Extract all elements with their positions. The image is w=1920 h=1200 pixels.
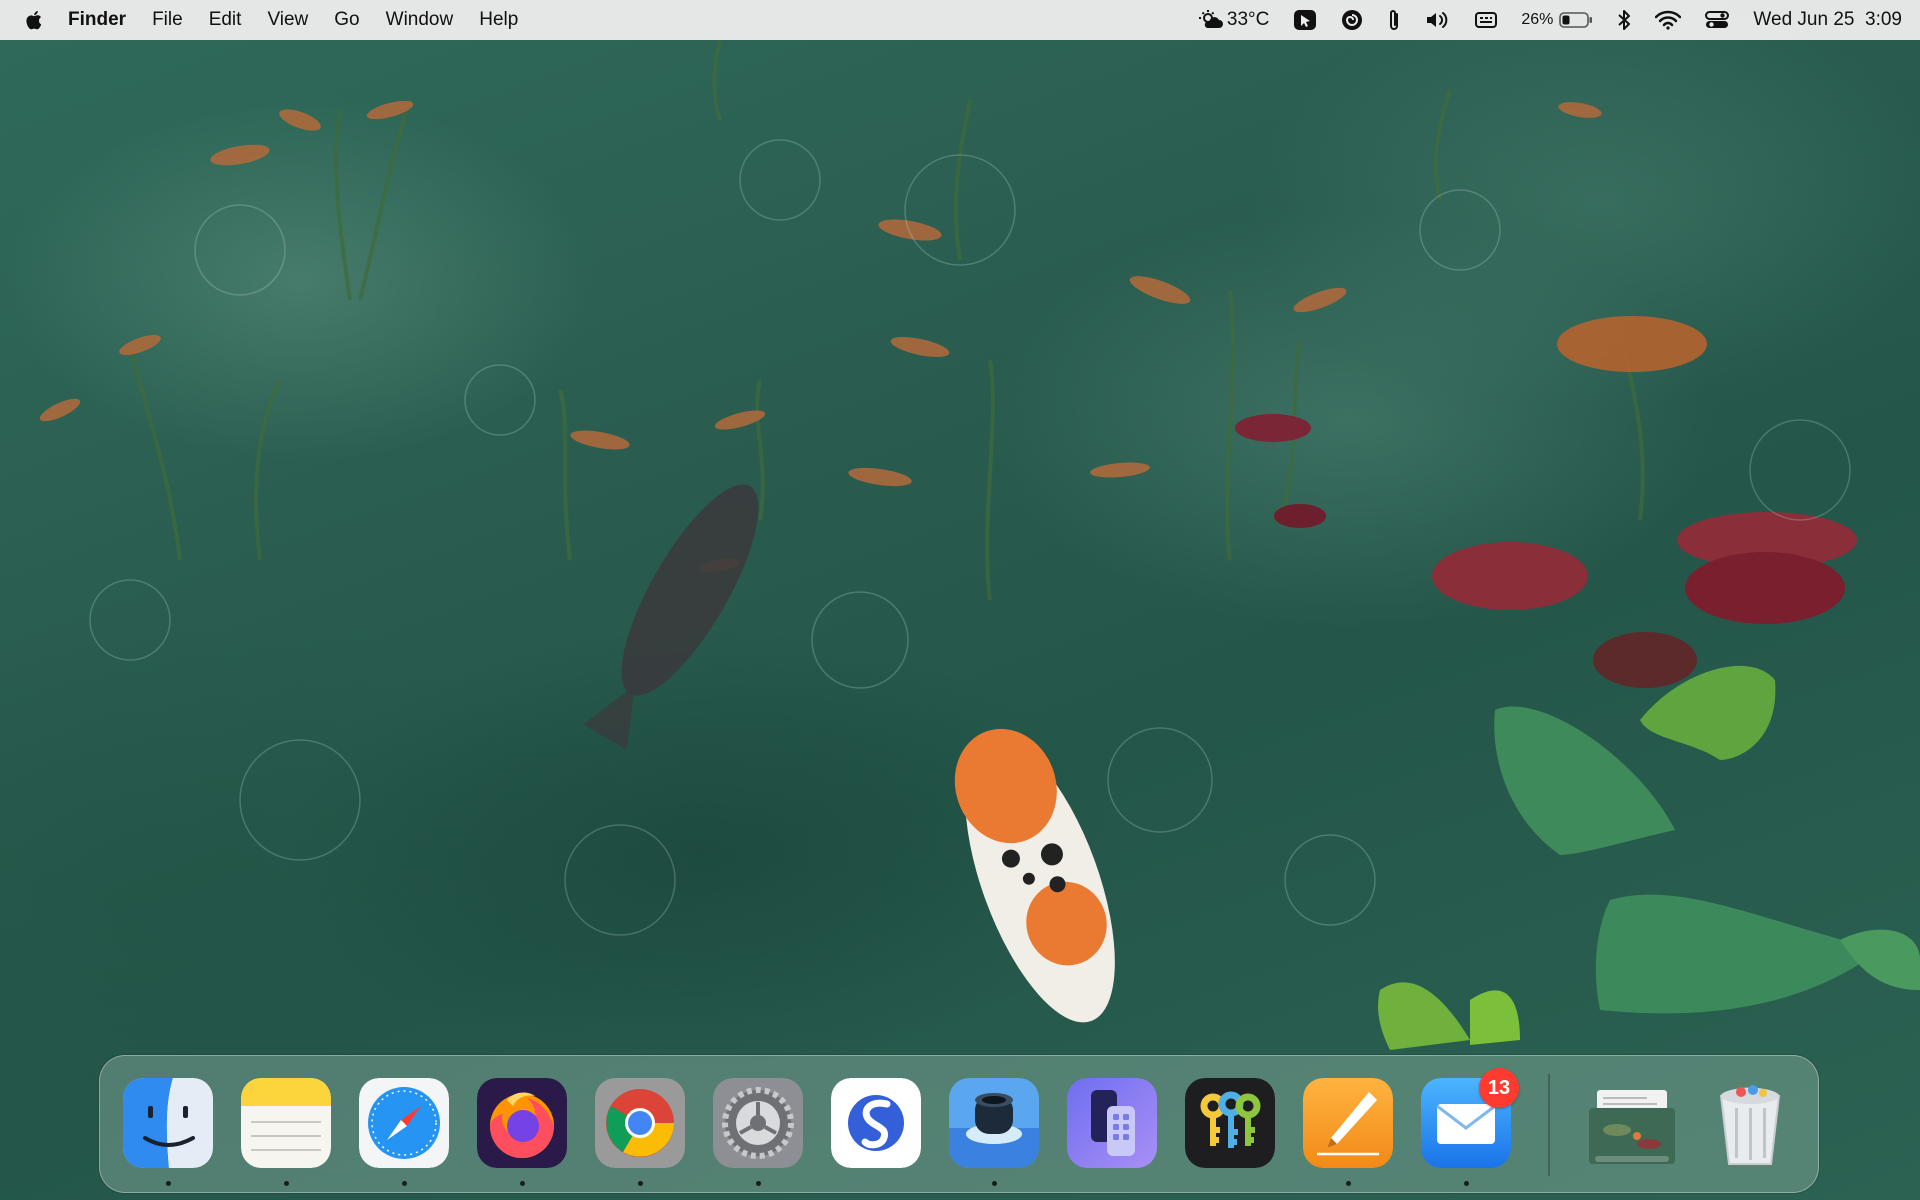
dock-item-firefox[interactable] [477, 1078, 567, 1186]
running-indicator [756, 1181, 761, 1186]
menu-file[interactable]: File [139, 9, 196, 31]
pages-pen-icon [1303, 1078, 1393, 1168]
dock-item-finder[interactable] [123, 1078, 213, 1186]
wifi-icon[interactable] [1655, 10, 1682, 30]
menu-edit[interactable]: Edit [196, 9, 255, 31]
weather-temperature: 33°C [1226, 9, 1270, 30]
control-center-icon[interactable] [1705, 10, 1730, 30]
desktop-wallpaper [0, 0, 1920, 1200]
menu-help[interactable]: Help [466, 9, 531, 31]
running-indicator [1346, 1181, 1351, 1186]
running-indicator [166, 1181, 171, 1186]
battery-percent: 26% [1521, 11, 1554, 28]
stack-thumbnail-icon [1587, 1078, 1677, 1168]
notes-icon [241, 1078, 331, 1168]
dock-item-notes[interactable] [241, 1078, 331, 1186]
finder-icon [123, 1078, 213, 1168]
menu-view[interactable]: View [254, 9, 321, 31]
dock-item-keychain[interactable] [1185, 1078, 1275, 1168]
battery-status[interactable]: 26% [1521, 11, 1593, 29]
dock: 13 [99, 1055, 1819, 1193]
app-menu-finder[interactable]: Finder [46, 9, 139, 31]
running-indicator [1464, 1181, 1469, 1186]
running-indicator [992, 1181, 997, 1186]
running-indicator [402, 1181, 407, 1186]
pointer-app-icon[interactable] [1293, 9, 1317, 31]
running-indicator [284, 1181, 289, 1186]
dock-item-lens[interactable] [949, 1078, 1039, 1186]
weather-status[interactable]: 33°C [1198, 9, 1270, 31]
simplenote-icon [831, 1078, 921, 1168]
keychain-icon [1185, 1078, 1275, 1168]
dock-item-pages[interactable] [1303, 1078, 1393, 1186]
menu-go[interactable]: Go [321, 9, 372, 31]
keyboard-input-icon[interactable] [1475, 11, 1498, 29]
running-indicator [638, 1181, 643, 1186]
bluetooth-icon[interactable] [1617, 9, 1631, 31]
dock-item-chrome[interactable] [595, 1078, 685, 1186]
dock-item-safari[interactable] [359, 1078, 449, 1186]
dock-item-trash[interactable] [1705, 1078, 1795, 1168]
weather-partly-sunny-icon [1198, 10, 1225, 30]
dock-item-mail[interactable]: 13 [1421, 1068, 1519, 1186]
apple-menu-icon[interactable] [24, 8, 46, 32]
lens-icon [949, 1078, 1039, 1168]
safari-icon [359, 1078, 449, 1168]
devices-icon [1067, 1078, 1157, 1168]
volume-icon[interactable] [1425, 10, 1451, 30]
battery-icon [1559, 11, 1593, 29]
mail-unread-badge: 13 [1479, 1068, 1519, 1108]
running-indicator [520, 1181, 525, 1186]
firefox-icon [477, 1078, 567, 1168]
dock-item-devices[interactable] [1067, 1078, 1157, 1168]
menubar-clock[interactable]: Wed Jun 25 3:09 [1753, 9, 1902, 31]
menu-window[interactable]: Window [373, 9, 467, 31]
paperclip-icon[interactable] [1387, 8, 1401, 32]
dock-separator [1548, 1074, 1550, 1176]
dock-item-downloads-stack[interactable] [1587, 1078, 1677, 1168]
spiral-app-icon[interactable] [1341, 9, 1363, 31]
menu-bar: Finder File Edit View Go Window Help 33°… [0, 0, 1920, 40]
dock-item-simplenote[interactable] [831, 1078, 921, 1168]
chrome-icon [595, 1078, 685, 1168]
dock-item-system-settings[interactable] [713, 1078, 803, 1186]
trash-icon [1705, 1078, 1795, 1168]
settings-gear-icon [713, 1078, 803, 1168]
